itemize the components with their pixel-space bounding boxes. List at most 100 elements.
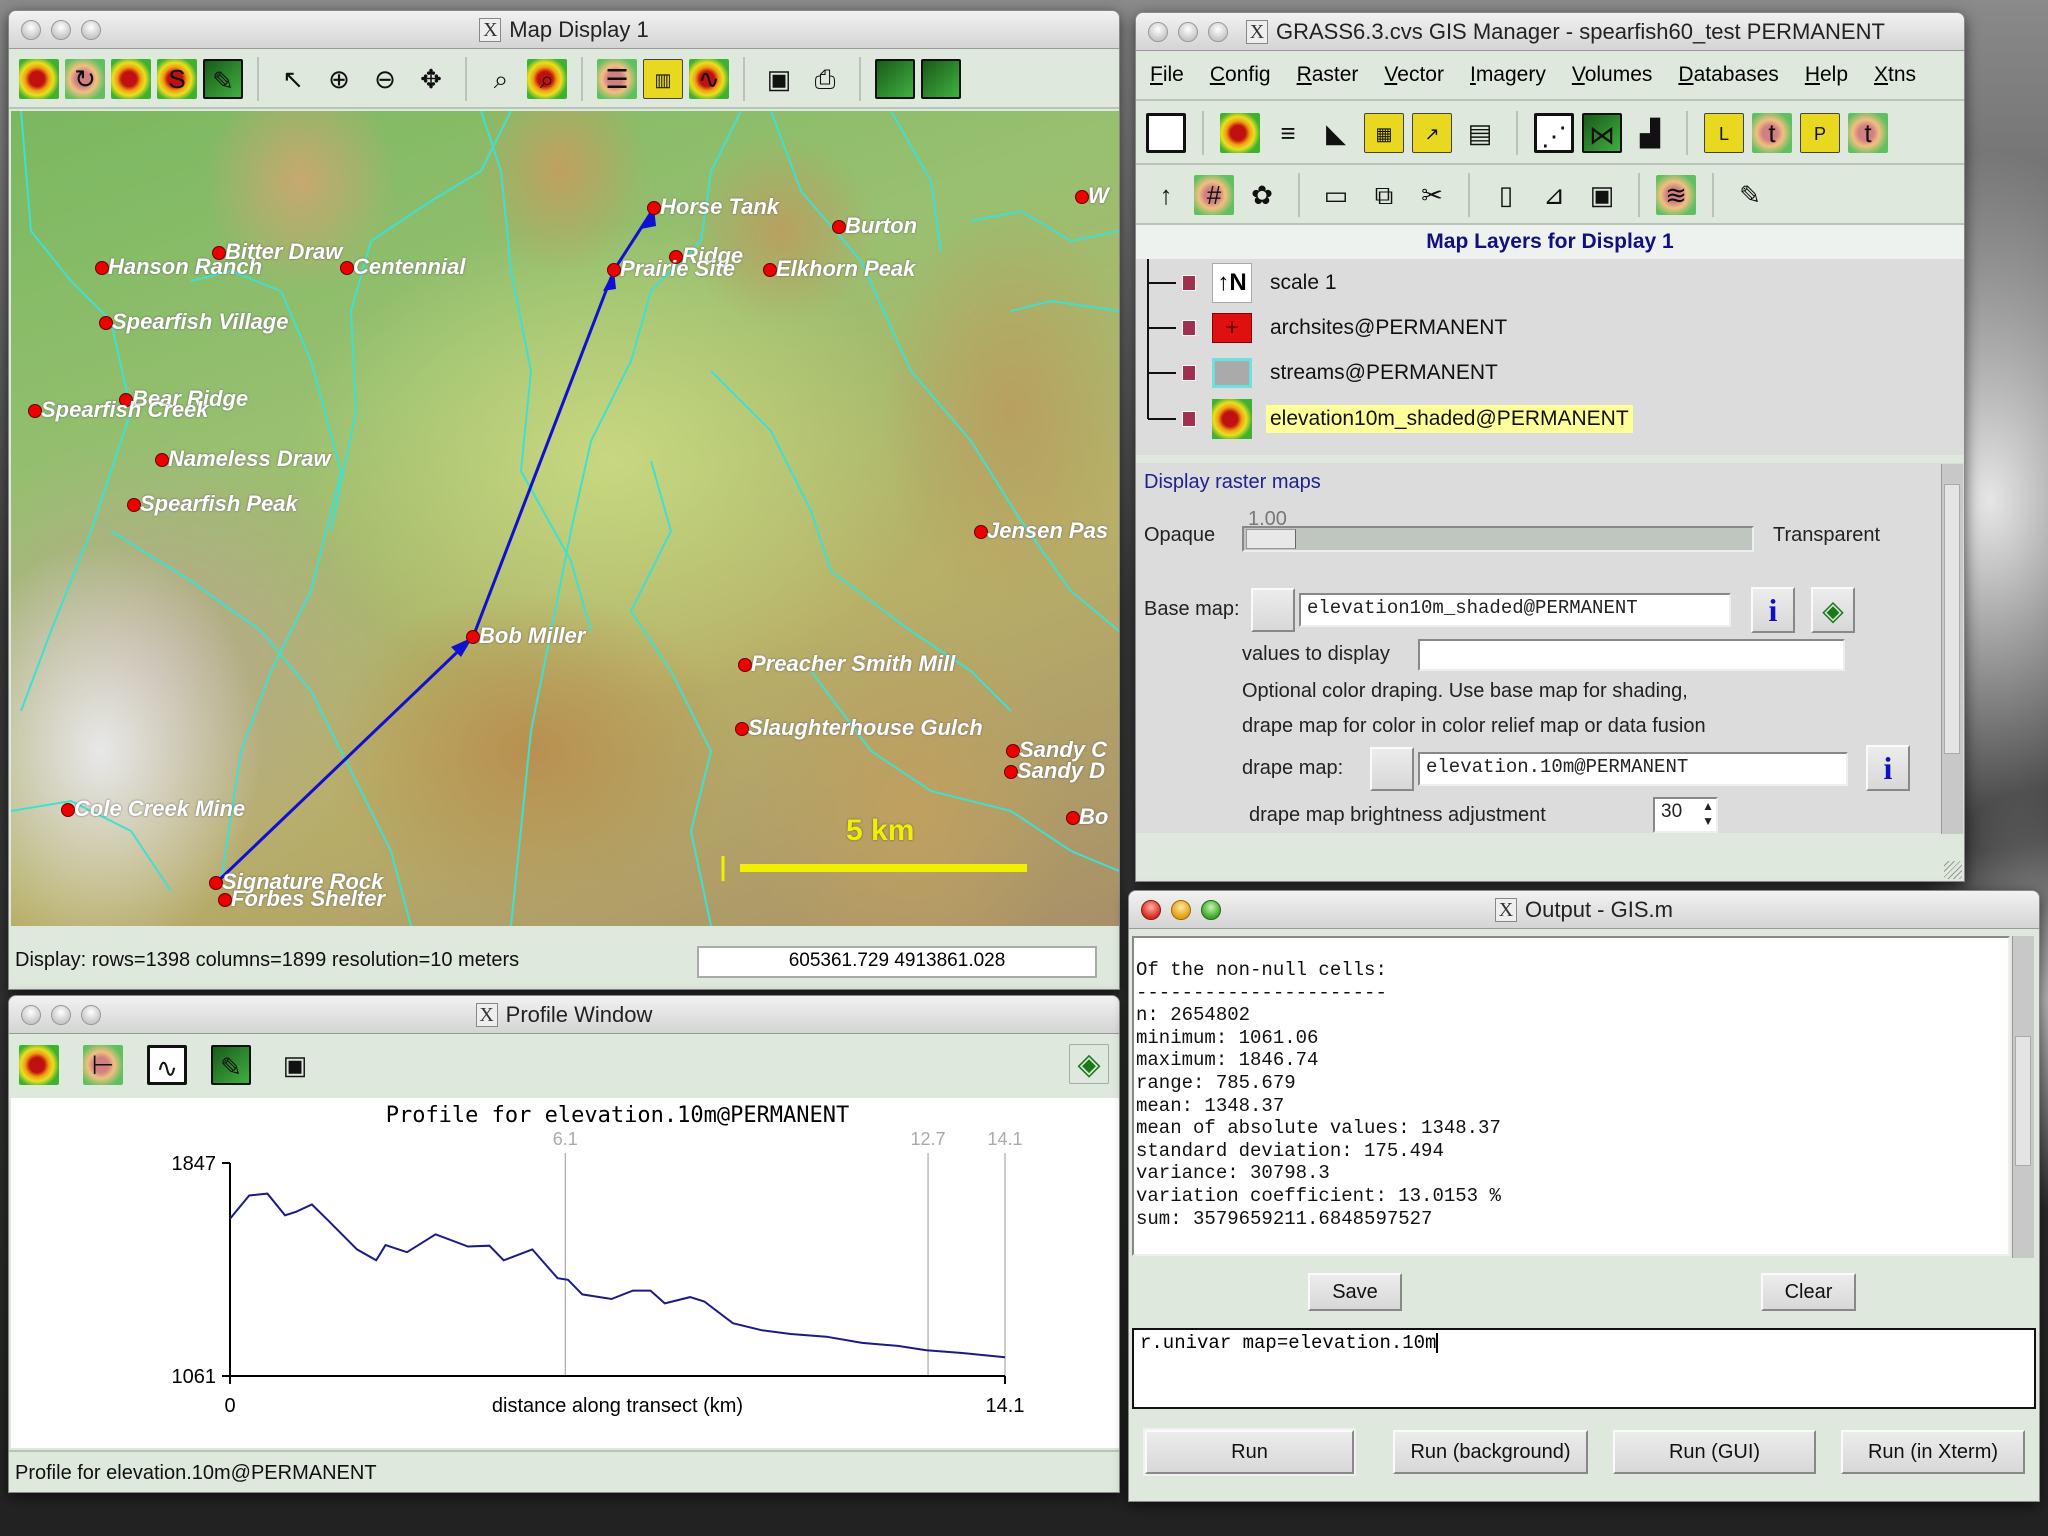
minimize-button[interactable] bbox=[51, 20, 71, 40]
save-profile-icon[interactable]: ▣ bbox=[275, 1045, 315, 1085]
run-background-button[interactable]: Run (background) bbox=[1393, 1430, 1588, 1474]
zoom-button[interactable] bbox=[81, 20, 101, 40]
minimize-button[interactable] bbox=[51, 1005, 71, 1025]
layer-visibility-checkbox[interactable] bbox=[1182, 320, 1196, 336]
add-vector-layer-icon[interactable]: ⋰ bbox=[1534, 113, 1574, 153]
add-raster-layer-icon[interactable] bbox=[1220, 113, 1260, 153]
menu-config[interactable]: Config bbox=[1210, 63, 1271, 87]
zoom-out-icon[interactable]: ⊖ bbox=[365, 59, 405, 99]
output-text[interactable]: Of the non-null cells: -----------------… bbox=[1132, 936, 2010, 1256]
opacity-slider[interactable] bbox=[1242, 526, 1754, 552]
digitize-icon[interactable]: ✎ bbox=[1730, 175, 1770, 215]
close-button[interactable] bbox=[1148, 22, 1168, 42]
layer-visibility-checkbox[interactable] bbox=[1182, 411, 1196, 427]
drape-map-info-button[interactable]: i bbox=[1866, 745, 1910, 791]
open-workspace-icon[interactable]: ⊿ bbox=[1534, 175, 1574, 215]
drape-map-select-button[interactable] bbox=[1370, 747, 1414, 791]
redraw-icon[interactable]: ↻ bbox=[65, 59, 105, 99]
menu-help[interactable]: Help bbox=[1805, 63, 1848, 87]
run-gui-button[interactable]: Run (GUI) bbox=[1613, 1430, 1816, 1474]
add-rgb-layer-icon[interactable]: ≡ bbox=[1268, 113, 1308, 153]
add-thematic-map-icon[interactable]: ⋈ bbox=[1582, 113, 1622, 153]
save-button[interactable]: Save bbox=[1308, 1273, 1402, 1311]
layer-row[interactable]: ↑N scale 1 bbox=[1136, 263, 1341, 303]
measure-icon[interactable]: ▥ bbox=[643, 59, 683, 99]
clear-button[interactable]: Clear bbox=[1761, 1273, 1856, 1311]
add-text-icon[interactable]: t bbox=[1752, 113, 1792, 153]
spin-arrows-icon[interactable]: ▲▼ bbox=[1702, 799, 1714, 829]
close-button[interactable] bbox=[1141, 900, 1161, 920]
strict-mode-icon[interactable] bbox=[921, 59, 961, 99]
add-ps-text-icon[interactable]: t bbox=[1848, 113, 1888, 153]
menu-databases[interactable]: Databases bbox=[1678, 63, 1778, 87]
duplicate-layer-icon[interactable]: ⧉ bbox=[1364, 175, 1404, 215]
base-map-input[interactable]: elevation10m_shaded@PERMANENT bbox=[1299, 593, 1731, 627]
add-grid-icon[interactable]: # bbox=[1194, 175, 1234, 215]
drape-map-input[interactable]: elevation.10m@PERMANENT bbox=[1418, 752, 1848, 786]
query-icon[interactable]: ☰ bbox=[597, 59, 637, 99]
menu-file[interactable]: File bbox=[1150, 63, 1184, 87]
run-xterm-button[interactable]: Run (in Xterm) bbox=[1841, 1430, 2025, 1474]
help-button[interactable]: ◈ bbox=[1811, 587, 1855, 633]
resize-grip[interactable] bbox=[1944, 861, 1962, 879]
delete-layer-icon[interactable]: ✂ bbox=[1412, 175, 1452, 215]
layer-visibility-checkbox[interactable] bbox=[1182, 365, 1196, 381]
add-arrows-icon[interactable]: ↗ bbox=[1412, 113, 1452, 153]
save-workspace-icon[interactable]: ▣ bbox=[1582, 175, 1622, 215]
layer-visibility-checkbox[interactable] bbox=[1182, 275, 1196, 291]
print-icon[interactable]: ⎙ bbox=[805, 59, 845, 99]
title-bar[interactable]: X Profile Window bbox=[9, 996, 1119, 1034]
scrollbar-thumb[interactable] bbox=[2015, 1036, 2031, 1166]
zoom-menu-icon[interactable]: ⌕ bbox=[527, 59, 567, 99]
menu-raster[interactable]: Raster bbox=[1297, 63, 1359, 87]
nviz-icon[interactable]: ≋ bbox=[1656, 175, 1696, 215]
add-label-icon[interactable]: L bbox=[1704, 113, 1744, 153]
clear-profile-icon[interactable]: ✎ bbox=[211, 1045, 251, 1085]
zoom-in-icon[interactable]: ⊕ bbox=[319, 59, 359, 99]
scrollbar-thumb[interactable] bbox=[1944, 484, 1960, 754]
add-ps-label-icon[interactable]: P bbox=[1800, 113, 1840, 153]
title-bar[interactable]: X Map Display 1 bbox=[9, 11, 1119, 49]
pan-icon[interactable]: ✥ bbox=[411, 59, 451, 99]
add-thematic-chart-icon[interactable]: ▟ bbox=[1630, 113, 1670, 153]
menu-xtns[interactable]: Xtns bbox=[1874, 63, 1916, 87]
zoom-button[interactable] bbox=[1201, 900, 1221, 920]
base-map-select-button[interactable] bbox=[1251, 588, 1295, 632]
add-scale-north-arrow-icon[interactable]: ↑ bbox=[1146, 175, 1186, 215]
pointer-icon[interactable]: ↖ bbox=[273, 59, 313, 99]
draw-profile-icon[interactable]: ∿ bbox=[147, 1045, 187, 1085]
zoom-button[interactable] bbox=[1208, 22, 1228, 42]
close-button[interactable] bbox=[21, 20, 41, 40]
menu-imagery[interactable]: Imagery bbox=[1470, 63, 1546, 87]
values-input[interactable] bbox=[1418, 639, 1845, 671]
add-histogram-icon[interactable]: ◣ bbox=[1316, 113, 1356, 153]
run-button[interactable]: Run bbox=[1145, 1430, 1354, 1474]
layer-row[interactable]: + archsites@PERMANENT bbox=[1136, 308, 1511, 348]
close-button[interactable] bbox=[21, 1005, 41, 1025]
erase-display-icon[interactable]: ✎ bbox=[203, 59, 243, 99]
explore-mode-icon[interactable] bbox=[875, 59, 915, 99]
options-scrollbar[interactable] bbox=[1941, 464, 1963, 834]
add-group-icon[interactable]: ▭ bbox=[1316, 175, 1356, 215]
add-cell-values-icon[interactable]: ▦ bbox=[1364, 113, 1404, 153]
select-raster-icon[interactable] bbox=[19, 1045, 59, 1085]
brightness-spinbox[interactable]: 30 ▲▼ bbox=[1653, 797, 1718, 833]
output-scrollbar[interactable] bbox=[2012, 936, 2034, 1258]
add-vector-icon[interactable]: S bbox=[157, 59, 197, 99]
zoom-button[interactable] bbox=[81, 1005, 101, 1025]
zoom-back-icon[interactable]: ⌕ bbox=[481, 59, 521, 99]
add-legend-icon[interactable]: ▤ bbox=[1460, 113, 1500, 153]
title-bar[interactable]: X GRASS6.3.cvs GIS Manager - spearfish60… bbox=[1136, 13, 1964, 51]
menu-vector[interactable]: Vector bbox=[1384, 63, 1444, 87]
display-all-layers-icon[interactable] bbox=[19, 59, 59, 99]
draw-transect-icon[interactable]: ⊢ bbox=[83, 1045, 123, 1085]
title-bar[interactable]: X Output - GIS.m bbox=[1129, 891, 2039, 929]
help-icon[interactable]: ◈ bbox=[1069, 1044, 1109, 1084]
profile-icon[interactable]: ∿ bbox=[689, 59, 729, 99]
new-workspace-icon[interactable]: ▯ bbox=[1486, 175, 1526, 215]
add-command-icon[interactable]: ✿ bbox=[1242, 175, 1282, 215]
minimize-button[interactable] bbox=[1171, 900, 1191, 920]
menu-volumes[interactable]: Volumes bbox=[1572, 63, 1653, 87]
opacity-slider-thumb[interactable] bbox=[1246, 529, 1296, 549]
add-raster-icon[interactable] bbox=[111, 59, 151, 99]
